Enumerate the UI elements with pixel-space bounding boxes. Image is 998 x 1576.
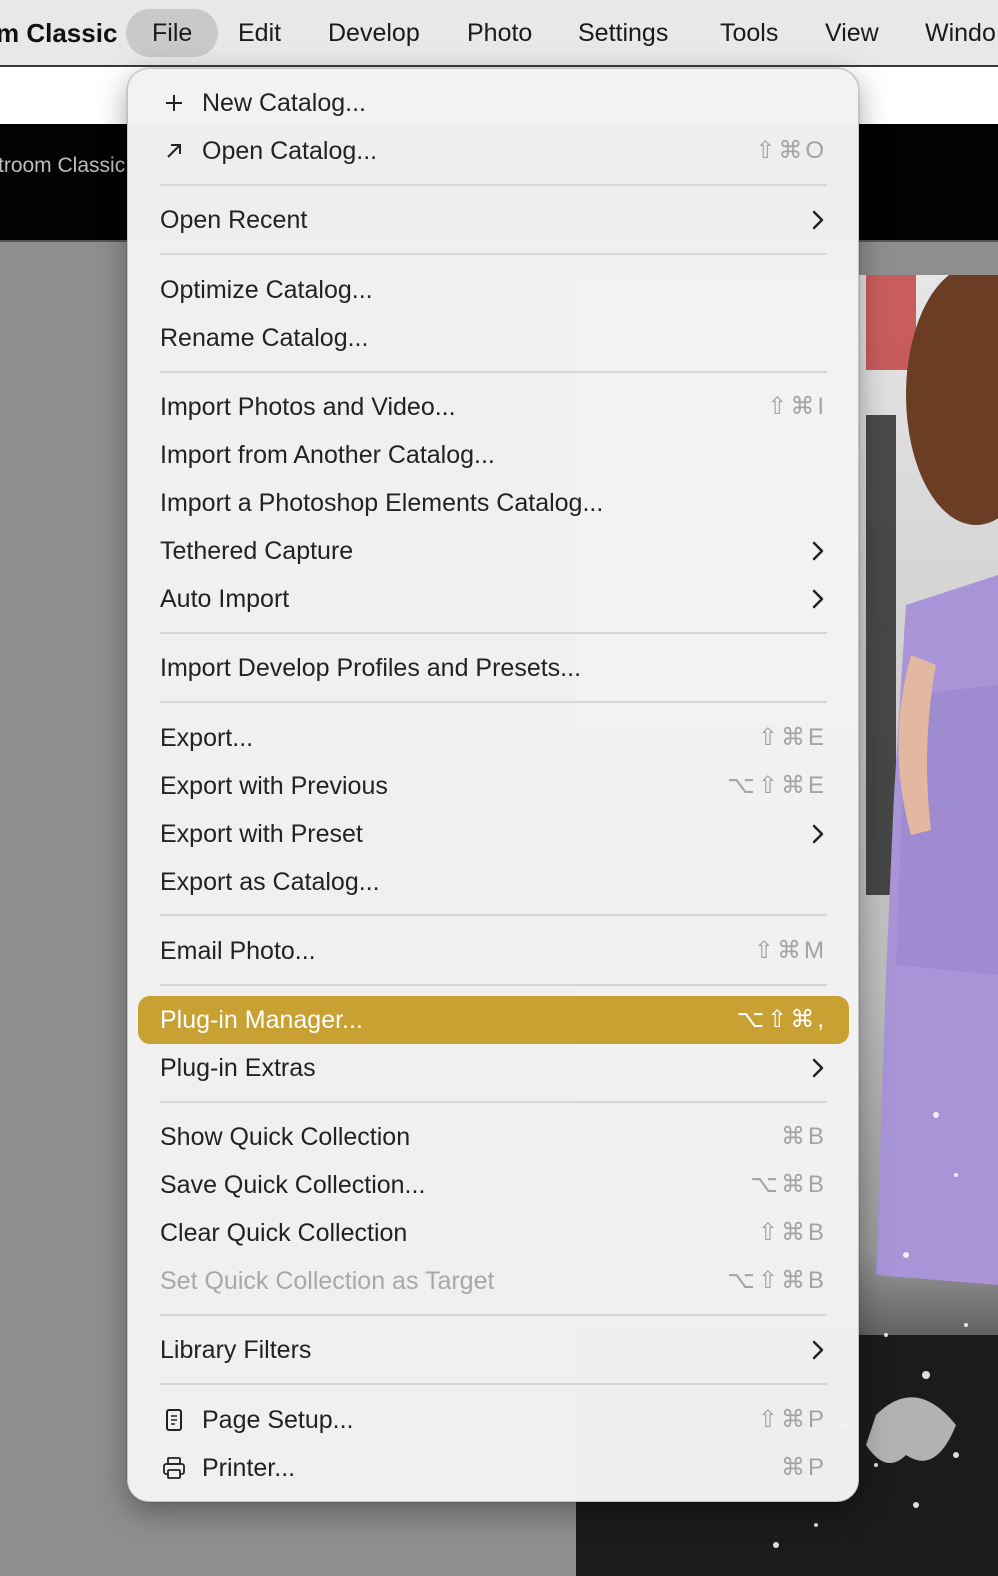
menu-item-label: Open Catalog... bbox=[202, 137, 378, 165]
menu-item-label: Clear Quick Collection bbox=[160, 1219, 408, 1247]
chevron-right-icon bbox=[812, 1058, 824, 1078]
menu-item-label: Export as Catalog... bbox=[160, 868, 380, 896]
menu-item-label: Rename Catalog... bbox=[160, 324, 369, 352]
menu-item-label: Export with Previous bbox=[160, 772, 388, 800]
keyboard-shortcut: ⌥⇧⌘, bbox=[736, 1006, 827, 1033]
menu-photo[interactable]: Photo bbox=[441, 9, 558, 57]
menu-item-save-quick-collection[interactable]: Save Quick Collection... ⌥⌘B bbox=[138, 1161, 849, 1209]
menu-item-new-catalog[interactable]: New Catalog... bbox=[138, 79, 849, 127]
menu-separator bbox=[160, 253, 827, 255]
keyboard-shortcut: ⇧⌘P bbox=[757, 1406, 827, 1433]
menu-view[interactable]: View bbox=[799, 9, 905, 57]
menu-item-plugin-manager[interactable]: Plug-in Manager... ⌥⇧⌘, bbox=[138, 996, 849, 1044]
page-setup-icon bbox=[160, 1406, 188, 1434]
menu-separator bbox=[160, 371, 827, 373]
menu-item-label: Import a Photoshop Elements Catalog... bbox=[160, 489, 604, 517]
menu-separator bbox=[160, 914, 827, 916]
menu-item-label: Library Filters bbox=[160, 1336, 312, 1364]
menu-item-clear-quick-collection[interactable]: Clear Quick Collection ⇧⌘B bbox=[138, 1209, 849, 1257]
menu-separator bbox=[160, 701, 827, 703]
menu-window[interactable]: Windo bbox=[899, 9, 998, 57]
menu-item-export-previous[interactable]: Export with Previous ⌥⇧⌘E bbox=[138, 762, 849, 810]
menu-tools[interactable]: Tools bbox=[694, 9, 804, 57]
menu-item-optimize-catalog[interactable]: Optimize Catalog... bbox=[138, 266, 849, 314]
menu-bar: m Classic File Edit Develop Photo Settin… bbox=[0, 0, 998, 67]
menu-item-import-profiles[interactable]: Import Develop Profiles and Presets... bbox=[138, 644, 849, 692]
chevron-right-icon bbox=[812, 1340, 824, 1360]
menu-item-label: Optimize Catalog... bbox=[160, 276, 373, 304]
keyboard-shortcut: ⌥⌘B bbox=[750, 1171, 827, 1198]
chevron-right-icon bbox=[812, 541, 824, 561]
menu-separator bbox=[160, 1101, 827, 1103]
keyboard-shortcut: ⇧⌘E bbox=[757, 724, 827, 751]
chevron-right-icon bbox=[812, 589, 824, 609]
menu-item-import-pse[interactable]: Import a Photoshop Elements Catalog... bbox=[138, 479, 849, 527]
menu-item-export[interactable]: Export... ⇧⌘E bbox=[138, 714, 849, 762]
menu-item-label: Printer... bbox=[202, 1454, 296, 1482]
menu-item-label: Tethered Capture bbox=[160, 537, 354, 565]
menu-item-label: Auto Import bbox=[160, 585, 290, 613]
menu-item-label: Import Develop Profiles and Presets... bbox=[160, 654, 582, 682]
keyboard-shortcut: ⇧⌘O bbox=[755, 137, 827, 164]
keyboard-shortcut: ⇧⌘B bbox=[757, 1219, 827, 1246]
keyboard-shortcut: ⇧⌘M bbox=[753, 937, 827, 964]
menu-item-label: Import Photos and Video... bbox=[160, 393, 456, 421]
file-menu-dropdown: New Catalog... Open Catalog... ⇧⌘O Open … bbox=[127, 68, 859, 1502]
menu-item-export-catalog[interactable]: Export as Catalog... bbox=[138, 858, 849, 906]
keyboard-shortcut: ⌥⇧⌘E bbox=[727, 772, 827, 799]
menu-item-import-photos[interactable]: Import Photos and Video... ⇧⌘I bbox=[138, 383, 849, 431]
menu-item-label: Export... bbox=[160, 724, 254, 752]
menu-item-label: Show Quick Collection bbox=[160, 1123, 411, 1151]
menu-develop[interactable]: Develop bbox=[302, 9, 446, 57]
menu-item-label: Open Recent bbox=[160, 206, 308, 234]
menu-separator bbox=[160, 1383, 827, 1385]
arrow-up-right-icon bbox=[160, 137, 188, 165]
menu-item-label: Plug-in Extras bbox=[160, 1054, 316, 1082]
menu-item-import-catalog[interactable]: Import from Another Catalog... bbox=[138, 431, 849, 479]
menu-separator bbox=[160, 184, 827, 186]
menu-item-plugin-extras[interactable]: Plug-in Extras bbox=[138, 1044, 849, 1092]
keyboard-shortcut: ⌘P bbox=[780, 1454, 827, 1481]
keyboard-shortcut: ⌘B bbox=[780, 1123, 827, 1150]
menu-item-label: Plug-in Manager... bbox=[160, 1006, 363, 1034]
menu-item-page-setup[interactable]: Page Setup... ⇧⌘P bbox=[138, 1396, 849, 1444]
menu-item-label: Export with Preset bbox=[160, 820, 363, 848]
lightroom-identity-plate: troom Classic bbox=[0, 154, 126, 177]
menu-settings[interactable]: Settings bbox=[552, 9, 694, 57]
menu-item-auto-import[interactable]: Auto Import bbox=[138, 575, 849, 623]
menu-item-label: Page Setup... bbox=[202, 1406, 354, 1434]
keyboard-shortcut: ⇧⌘I bbox=[767, 393, 827, 420]
app-menu-name[interactable]: m Classic bbox=[0, 0, 117, 65]
menu-separator bbox=[160, 984, 827, 986]
menu-item-open-recent[interactable]: Open Recent bbox=[138, 196, 849, 244]
menu-item-open-catalog[interactable]: Open Catalog... ⇧⌘O bbox=[138, 127, 849, 175]
chevron-right-icon bbox=[812, 824, 824, 844]
menu-item-tethered-capture[interactable]: Tethered Capture bbox=[138, 527, 849, 575]
menu-item-set-quick-collection-target: Set Quick Collection as Target ⌥⇧⌘B bbox=[138, 1257, 849, 1305]
menu-item-printer[interactable]: Printer... ⌘P bbox=[138, 1444, 849, 1492]
menu-item-label: Import from Another Catalog... bbox=[160, 441, 495, 469]
chevron-right-icon bbox=[812, 210, 824, 230]
menu-item-library-filters[interactable]: Library Filters bbox=[138, 1326, 849, 1374]
menu-item-label: Save Quick Collection... bbox=[160, 1171, 426, 1199]
menu-item-label: Set Quick Collection as Target bbox=[160, 1267, 495, 1295]
menu-item-export-preset[interactable]: Export with Preset bbox=[138, 810, 849, 858]
menu-item-email-photo[interactable]: Email Photo... ⇧⌘M bbox=[138, 927, 849, 975]
menu-file[interactable]: File bbox=[126, 9, 219, 57]
keyboard-shortcut: ⌥⇧⌘B bbox=[727, 1267, 827, 1294]
plus-icon bbox=[160, 89, 188, 117]
menu-item-show-quick-collection[interactable]: Show Quick Collection ⌘B bbox=[138, 1113, 849, 1161]
menu-item-label: Email Photo... bbox=[160, 937, 316, 965]
menu-item-label: New Catalog... bbox=[202, 89, 366, 117]
menu-item-rename-catalog[interactable]: Rename Catalog... bbox=[138, 314, 849, 362]
menu-separator bbox=[160, 1314, 827, 1316]
printer-icon bbox=[160, 1454, 188, 1482]
menu-separator bbox=[160, 632, 827, 634]
menu-edit[interactable]: Edit bbox=[212, 9, 307, 57]
